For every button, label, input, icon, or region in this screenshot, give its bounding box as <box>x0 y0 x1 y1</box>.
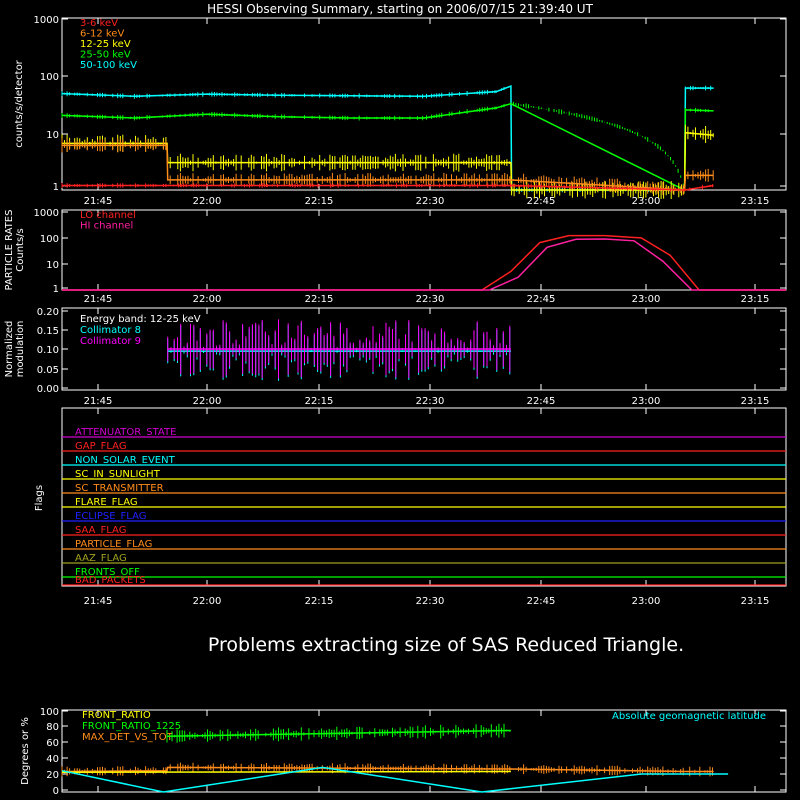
flags-xtick-label-0: 21:45 <box>84 596 113 607</box>
figure-canvas: HESSI Observing Summary, starting on 200… <box>4 2 787 797</box>
counts-ylabel: counts/s/detector <box>14 59 25 147</box>
modulation-ytick-label-2: 0.10 <box>37 345 59 356</box>
flags-xtick-label-5: 23:00 <box>632 596 661 607</box>
flag-label-3: SC_IN_SUNLIGHT <box>75 469 161 480</box>
flags-xtick-label-2: 22:15 <box>305 596 334 607</box>
flag-label-0: ATTENUATOR_STATE <box>75 427 176 438</box>
modulation-legend-1: Collimator 8 <box>80 325 141 336</box>
modulation-legend-2: Collimator 9 <box>80 336 141 347</box>
sas-message: Problems extracting size of SAS Reduced … <box>208 634 684 656</box>
particle-xtick-label-4: 22:45 <box>527 294 556 305</box>
modulation-ytick-label-3: 0.15 <box>37 326 59 337</box>
ratio-ytick-label-4: 80 <box>46 722 59 733</box>
counts-xtick-label-4: 22:45 <box>527 196 556 207</box>
ratio-series-2 <box>61 770 511 774</box>
modulation-ylabel2: modulation <box>15 321 26 378</box>
ratio-ytick-label-2: 40 <box>46 754 59 765</box>
counts-legend-0: 3-6 keV <box>80 18 118 29</box>
particle-legend-0: LO channel <box>80 210 136 221</box>
flag-label-4: SC_TRANSMITTER <box>75 483 164 494</box>
flags-xtick-label-3: 22:30 <box>416 596 445 607</box>
modulation-xtick-label-6: 23:15 <box>741 396 770 407</box>
counts-xtick-label-1: 22:00 <box>193 196 222 207</box>
particle-ylabel: PARTICLE RATES <box>4 210 15 291</box>
flag-label-11: BAD_PACKETS <box>75 575 146 586</box>
modulation-ytick-label-4: 0.20 <box>37 307 59 318</box>
modulation-ytick-label-0: 0.00 <box>37 384 59 395</box>
particle-legend-1: HI channel <box>80 221 133 232</box>
ratio-legend-0: FRONT_RATIO <box>82 710 151 721</box>
ratio-legend-right: Absolute geomagnetic latitude <box>612 711 766 722</box>
counts-legend-2: 12-25 keV <box>80 39 131 50</box>
modulation-legend-0: Energy band: 12-25 keV <box>80 314 201 325</box>
counts-xtick-label-0: 21:45 <box>84 196 113 207</box>
particle-xtick-label-2: 22:15 <box>305 294 334 305</box>
flags-ylabel: Flags <box>34 485 45 511</box>
particle-xtick-label-0: 21:45 <box>84 294 113 305</box>
counts-series-texture-0 <box>61 85 714 193</box>
particle-series-0 <box>62 234 786 291</box>
flag-label-2: NON_SOLAR_EVENT <box>75 455 176 466</box>
flag-label-6: ECLIPSE_FLAG <box>75 511 146 522</box>
flags-xtick-label-6: 23:15 <box>741 596 770 607</box>
ratio-ytick-label-0: 0 <box>53 786 59 797</box>
modulation-xtick-label-5: 23:00 <box>632 396 661 407</box>
particle-ytick-label-1: 10 <box>46 260 59 271</box>
modulation-ylabel: Normalized <box>4 321 15 378</box>
ratio-series-0 <box>166 729 511 737</box>
counts-legend-4: 50-100 keV <box>80 60 137 71</box>
modulation-xtick-label-1: 22:00 <box>193 396 222 407</box>
counts-legend-1: 6-12 keV <box>80 29 124 40</box>
counts-ytick-label-0: 1 <box>53 182 59 193</box>
flag-label-8: PARTICLE_FLAG <box>75 539 152 550</box>
modulation-ytick-label-1: 0.05 <box>37 365 59 376</box>
particle-xtick-label-3: 22:30 <box>416 294 445 305</box>
ratio-legend-2: MAX_DET_VS_TOT <box>82 732 174 743</box>
counts-ytick-label-3: 1000 <box>34 15 59 26</box>
modulation-xtick-label-2: 22:15 <box>305 396 334 407</box>
counts-xtick-label-6: 23:15 <box>741 196 770 207</box>
ratio-ylabel: Degrees or % <box>20 717 31 785</box>
flag-label-9: AAZ_FLAG <box>75 553 127 564</box>
flag-label-7: SAA_FLAG <box>75 525 126 536</box>
ratio-ytick-label-1: 20 <box>46 770 59 781</box>
counts-series-0 <box>61 85 714 191</box>
particle-ylabel2: Counts/s <box>15 228 26 272</box>
counts-ytick-label-2: 100 <box>40 72 59 83</box>
ratio-ytick-label-5: 100 <box>40 707 59 718</box>
flags-xtick-label-4: 22:45 <box>527 596 556 607</box>
flags-xtick-label-1: 22:00 <box>193 596 222 607</box>
figure-title: HESSI Observing Summary, starting on 200… <box>207 2 593 16</box>
particle-ytick-label-2: 100 <box>40 234 59 245</box>
modulation-xtick-label-4: 22:45 <box>527 396 556 407</box>
ratio-ytick-label-3: 60 <box>46 738 59 749</box>
ratio-series-texture-1 <box>61 762 713 777</box>
modulation-xtick-label-0: 21:45 <box>84 396 113 407</box>
particle-xtick-label-5: 23:00 <box>632 294 661 305</box>
modulation-xtick-label-3: 22:30 <box>416 396 445 407</box>
hessi-summary-figure: HESSI Observing Summary, starting on 200… <box>0 0 800 800</box>
particle-xtick-label-1: 22:00 <box>193 294 222 305</box>
ratio-legend-1: FRONT_RATIO_1225 <box>82 721 181 732</box>
particle-xtick-label-6: 23:15 <box>741 294 770 305</box>
counts-xtick-label-2: 22:15 <box>305 196 334 207</box>
counts-ytick-label-1: 10 <box>46 130 59 141</box>
particle-ytick-label-0: 1 <box>53 284 59 295</box>
flag-label-5: FLARE_FLAG <box>75 497 138 508</box>
counts-xtick-label-5: 23:00 <box>632 196 661 207</box>
particle-panel-frame <box>61 209 787 291</box>
particle-ytick-label-3: 1000 <box>34 208 59 219</box>
flag-label-1: GAP_FLAG <box>75 441 127 452</box>
counts-xtick-label-3: 22:30 <box>416 196 445 207</box>
counts-legend-3: 25-50 keV <box>80 50 131 61</box>
